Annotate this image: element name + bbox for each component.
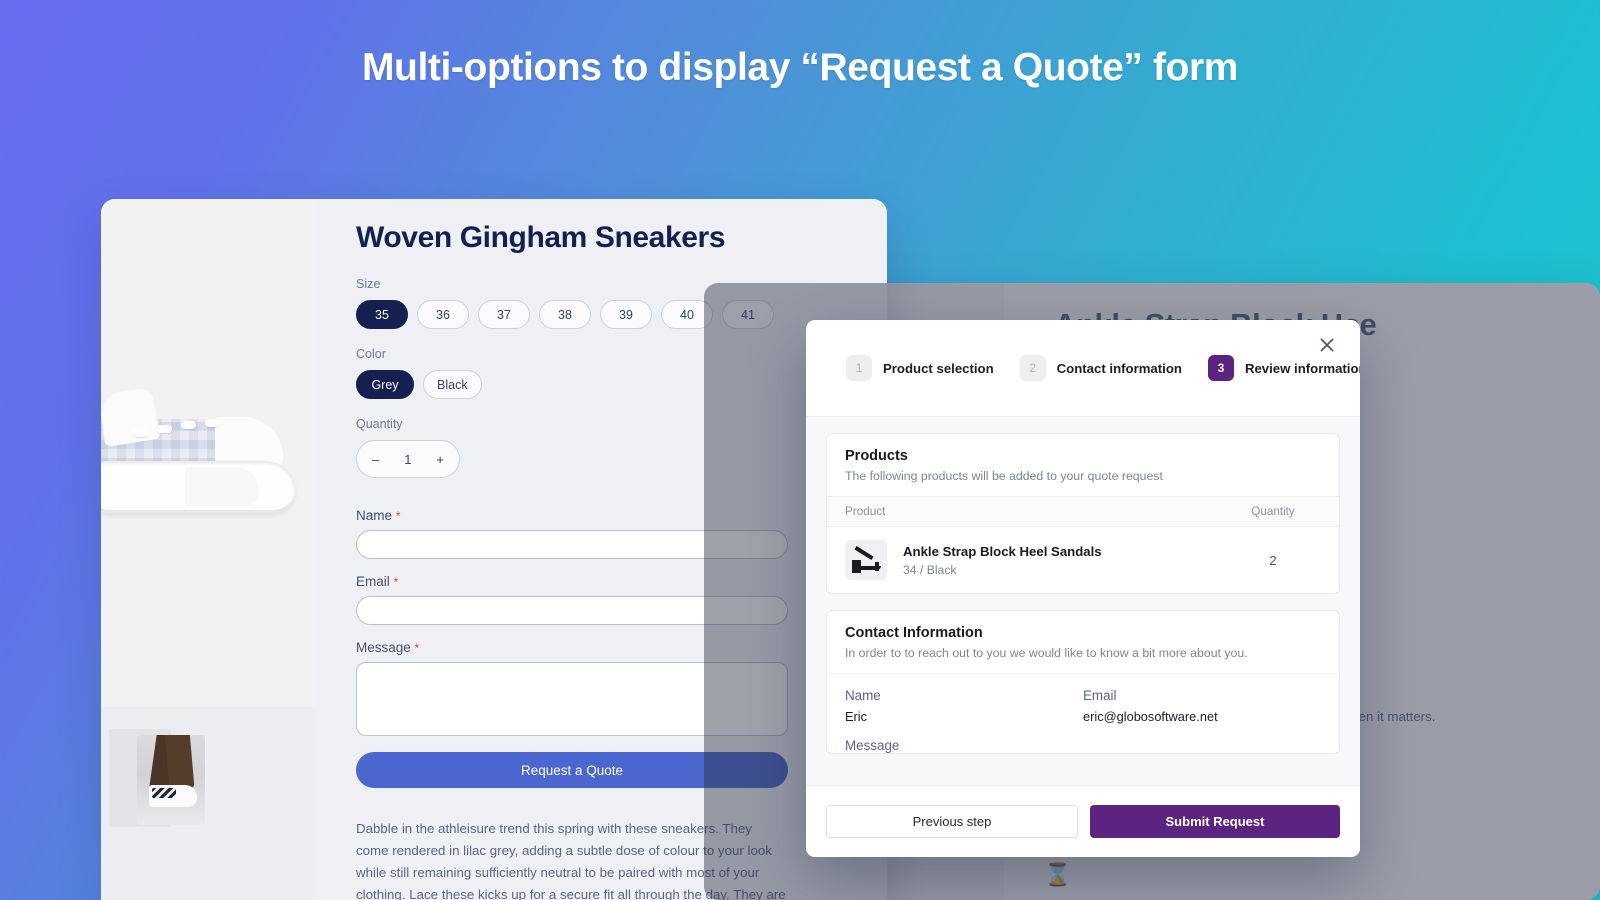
products-panel: Products The following products will be … [826, 433, 1340, 594]
size-chip-37[interactable]: 37 [478, 300, 530, 329]
step-3-label: Review information [1244, 360, 1360, 376]
contact-name-group: Name Eric [845, 688, 1083, 724]
close-icon[interactable] [1314, 332, 1340, 358]
size-chip-35[interactable]: 35 [356, 300, 408, 329]
products-panel-title: Products [845, 448, 908, 464]
product-cell: Ankle Strap Block Heel Sandals 34 / Blac… [845, 540, 1225, 580]
step-review-information[interactable]: 3 Review information [1207, 355, 1360, 381]
contact-name-value: Eric [845, 709, 868, 724]
column-header-quantity: Quantity [1251, 505, 1295, 518]
sandal-thumbnail-icon [845, 540, 887, 580]
sneaker-illustration [101, 349, 316, 539]
row-product-variant: 34 / Black [903, 562, 957, 577]
message-required-marker: * [414, 641, 420, 655]
gallery-thumbnail-model[interactable] [137, 735, 205, 825]
email-label-text: Email [356, 574, 390, 589]
contact-panel-header: Contact Information In order to to reach… [827, 611, 1339, 673]
product-main-image [101, 199, 316, 707]
step-1-label: Product selection [883, 360, 994, 376]
contact-email-label: Email [1083, 688, 1117, 703]
color-chip-black[interactable]: Black [423, 370, 482, 399]
contact-name-label: Name [845, 688, 881, 703]
row-quantity: 2 [1269, 552, 1277, 568]
contact-email-group: Email eric@globosoftware.net [1083, 688, 1321, 724]
quantity-value: 1 [404, 451, 412, 467]
table-row: Ankle Strap Block Heel Sandals 34 / Blac… [827, 527, 1339, 593]
step-indicator: 1 Product selection 2 Contact informatio… [846, 355, 1360, 381]
step-product-selection[interactable]: 1 Product selection [846, 355, 994, 381]
step-1-number: 1 [846, 355, 872, 381]
quantity-decrement-button[interactable]: – [372, 452, 379, 467]
contact-message-label: Message [845, 738, 900, 753]
color-chip-grey[interactable]: Grey [356, 370, 414, 399]
name-label-text: Name [356, 508, 393, 523]
submit-request-button[interactable]: Submit Request [1090, 805, 1340, 838]
contact-information-panel: Contact Information In order to to reach… [826, 610, 1340, 754]
contact-key-values: Name Eric Email eric@globosoftware.net [827, 673, 1339, 732]
quantity-stepper[interactable]: – 1 + [356, 440, 460, 478]
email-required-marker: * [393, 575, 399, 589]
size-chip-39[interactable]: 39 [600, 300, 652, 329]
modal-body: Products The following products will be … [806, 417, 1360, 785]
message-label-text: Message [356, 640, 411, 655]
row-product-name: Ankle Strap Block Heel Sandals [903, 543, 1102, 559]
step-3-number: 3 [1207, 355, 1234, 381]
product-gallery [101, 199, 316, 900]
previous-step-button[interactable]: Previous step [826, 805, 1078, 838]
request-quote-modal: 1 Product selection 2 Contact informatio… [806, 320, 1360, 857]
name-required-marker: * [395, 509, 401, 523]
contact-panel-subtitle: In order to to reach out to you we would… [845, 646, 1248, 660]
column-header-product: Product [845, 505, 886, 518]
products-panel-header: Products The following products will be … [827, 434, 1339, 496]
contact-panel-title: Contact Information [845, 625, 983, 641]
products-table-header: Product Quantity [827, 496, 1339, 527]
product-title: Woven Gingham Sneakers [356, 221, 726, 254]
quantity-increment-button[interactable]: + [436, 452, 444, 467]
modal-footer: Previous step Submit Request [806, 785, 1360, 857]
page-title: Multi-options to display “Request a Quot… [361, 46, 1239, 89]
products-panel-subtitle: The following products will be added to … [845, 469, 1163, 483]
modal-header: 1 Product selection 2 Contact informatio… [806, 320, 1360, 417]
step-contact-information[interactable]: 2 Contact information [1019, 355, 1182, 381]
contact-email-value: eric@globosoftware.net [1083, 709, 1218, 724]
size-chip-36[interactable]: 36 [417, 300, 469, 329]
step-2-label: Contact information [1056, 360, 1182, 376]
step-2-number: 2 [1019, 355, 1046, 381]
size-chip-38[interactable]: 38 [539, 300, 591, 329]
